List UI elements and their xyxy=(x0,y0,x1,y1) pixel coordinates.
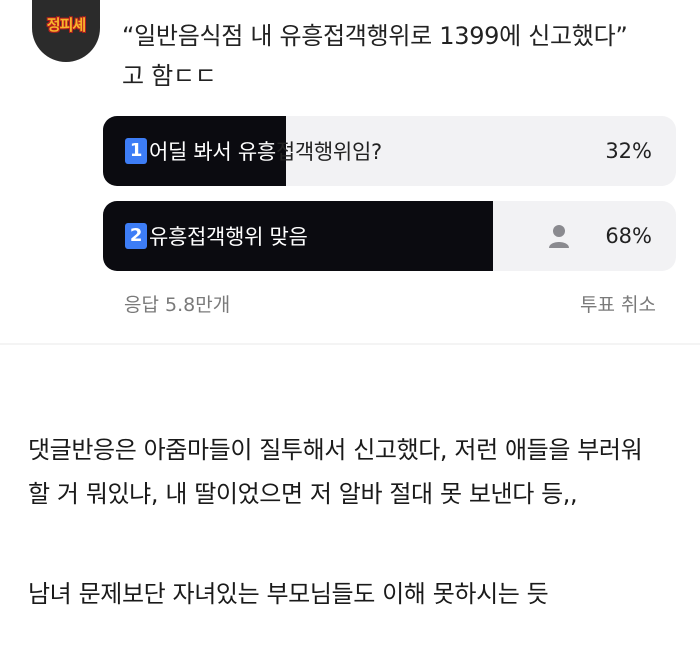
poll-option-1[interactable]: 1 어딜 봐서 유흥 접객행위임? 32% xyxy=(103,116,676,186)
comment-paragraph-2: 남녀 문제보단 자녀있는 부모님들도 이해 못하시는 듯 xyxy=(28,580,549,608)
poll-option-2[interactable]: 2 유흥접객행위 맞음 68% xyxy=(103,201,676,271)
option-text: 유흥접객행위 맞음 xyxy=(149,225,308,249)
option-text-part-1: 어딜 봐서 유흥 xyxy=(149,140,276,164)
question-line-1: “일반음식점 내 유흥접객행위로 1399에 신고했다” xyxy=(122,22,628,50)
user-icon xyxy=(549,225,569,248)
option-number-badge: 1 xyxy=(125,138,147,164)
cancel-vote-button[interactable]: 투표 취소 xyxy=(580,290,656,317)
paragraph-line: 할 거 뭐있냐, 내 딸이었으면 저 알바 절대 못 보낸다 등,, xyxy=(28,480,578,508)
paragraph-line: 댓글반응은 아줌마들이 질투해서 신고했다, 저런 애들을 부러워 xyxy=(28,436,643,464)
poll-option-2-label: 2 유흥접객행위 맞음 xyxy=(125,201,308,271)
option-number-badge: 2 xyxy=(125,223,147,249)
poll-option-1-label: 1 어딜 봐서 유흥 접객행위임? xyxy=(125,116,382,186)
poll-option-2-percent: 68% xyxy=(605,224,652,248)
option-text-part-2: 접객행위임? xyxy=(275,140,382,164)
author-avatar[interactable]: 정피셰 xyxy=(32,0,100,62)
poll-option-1-percent: 32% xyxy=(605,139,652,163)
question-line-2: 고 함ㄷㄷ xyxy=(122,62,217,90)
section-divider xyxy=(0,343,700,345)
poll-question: “일반음식점 내 유흥접객행위로 1399에 신고했다” 고 함ㄷㄷ xyxy=(122,16,692,96)
response-count: 응답 5.8만개 xyxy=(124,294,231,316)
avatar-logo-text: 정피셰 xyxy=(46,16,86,34)
comment-paragraph-1: 댓글반응은 아줌마들이 질투해서 신고했다, 저런 애들을 부러워 할 거 뭐있… xyxy=(28,428,688,516)
